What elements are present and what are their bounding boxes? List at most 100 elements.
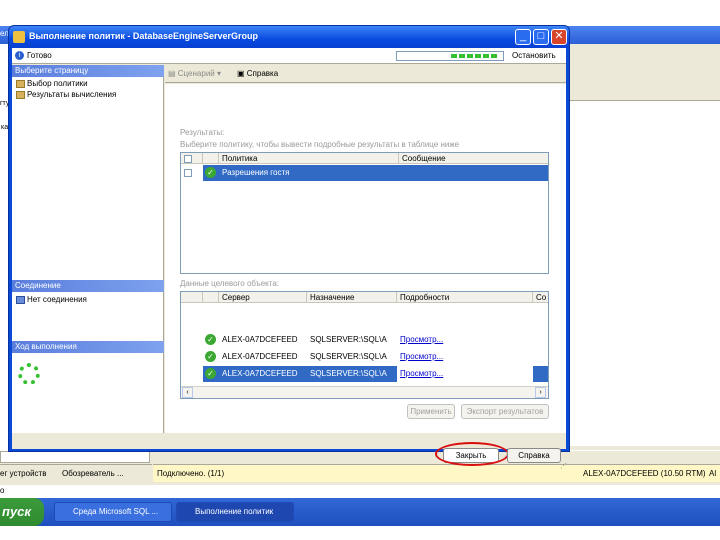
policy-icon (13, 31, 25, 43)
select-page-header: Выберите страницу (12, 65, 164, 77)
close-window-button[interactable]: ✕ (551, 29, 567, 45)
server-cell[interactable]: ALEX-0A7DCEFEED (219, 366, 307, 382)
horizontal-scrollbar[interactable]: ‹ › (181, 386, 548, 398)
message-cell[interactable] (533, 366, 548, 382)
maximize-button[interactable]: □ (533, 29, 549, 45)
background-tabs: ег устройств Обозреватель ... (0, 464, 152, 482)
success-check-icon: ✓ (205, 167, 216, 179)
grid-header-server[interactable]: Сервер (219, 292, 307, 303)
results-title: Результаты: (180, 128, 225, 137)
policy-grid-header: Политика Сообщение (181, 153, 548, 164)
script-label: Сценарий (177, 69, 215, 78)
nav-item-policy-selection[interactable]: Выбор политики (16, 78, 88, 89)
view-details-link[interactable]: Просмотр... (400, 335, 443, 344)
connection-label: Нет соединения (27, 295, 87, 304)
grid-header-details[interactable]: Подробности (397, 292, 533, 303)
dialog-status-strip: i Готово Остановить (12, 48, 566, 64)
table-row[interactable]: ✓ ALEX-0A7DCEFEED SQLSERVER:\SQL\A Просм… (181, 332, 548, 348)
server-cell[interactable]: ALEX-0A7DCEFEED (219, 349, 307, 365)
policy-message-cell[interactable] (399, 165, 548, 181)
target-cell[interactable]: SQLSERVER:\SQL\A (307, 366, 397, 382)
background-status-o: o (0, 486, 5, 495)
status-tail: Al (709, 469, 717, 478)
details-cell[interactable]: Просмотр... (397, 332, 533, 348)
progress-header: Ход выполнения (12, 341, 164, 353)
help-toolbar-button[interactable]: ▣ Справка (237, 69, 278, 78)
scroll-left-icon[interactable]: ‹ (182, 387, 193, 398)
dialog-title: Выполнение политик - DatabaseEngineServe… (29, 31, 258, 41)
details-cell[interactable]: Просмотр... (397, 349, 533, 365)
minimize-button[interactable]: _ (515, 29, 531, 45)
resize-grip-icon[interactable]: ⋰ (560, 462, 567, 470)
progress-spinner-icon (18, 363, 40, 385)
target-cell[interactable]: SQLSERVER:\SQL\A (307, 332, 397, 348)
policy-execution-dialog: Выполнение политик - DatabaseEngineServe… (8, 25, 570, 470)
apply-button[interactable]: Применить (407, 404, 455, 419)
details-cell[interactable]: Просмотр... (397, 366, 533, 382)
connection-header: Соединение (12, 280, 164, 292)
connection-item: Нет соединения (16, 294, 87, 305)
start-label: пуск (2, 504, 31, 519)
target-grid-header: Сервер Назначение Подробности Со (181, 292, 548, 303)
tab-devices[interactable]: ег устройств (0, 469, 46, 478)
grid-header-message[interactable]: Со (533, 292, 548, 303)
start-button[interactable]: пуск (0, 498, 44, 526)
status-text: Готово (27, 51, 52, 60)
results-hint: Выберите политику, чтобы вывести подробн… (180, 140, 460, 149)
dialog-titlebar[interactable]: Выполнение политик - DatabaseEngineServe… (9, 26, 569, 48)
view-details-link[interactable]: Просмотр... (400, 352, 443, 361)
grid-header-target[interactable]: Назначение (307, 292, 397, 303)
success-check-icon: ✓ (205, 368, 216, 380)
nav-item-evaluation-results[interactable]: Результаты вычисления (16, 89, 116, 100)
background-h-scrollbar[interactable] (0, 451, 150, 463)
nav-label: Выбор политики (27, 79, 88, 88)
background-status-area: ег устройств Обозреватель ... Подключено… (0, 451, 720, 485)
status-cell: ✓ (203, 366, 219, 382)
tab-object-explorer[interactable]: Обозреватель ... (62, 469, 124, 478)
results-pane: Результаты: Выберите политику, чтобы выв… (165, 84, 566, 433)
row-checkbox-cell[interactable] (181, 165, 203, 181)
view-details-link[interactable]: Просмотр... (400, 369, 443, 378)
status-cell: ✓ (203, 332, 219, 348)
target-details-title: Данные целевого объекта: (180, 279, 279, 288)
page-icon (16, 90, 25, 99)
progress-bar (396, 51, 504, 61)
status-cell: ✓ (203, 349, 219, 365)
table-row[interactable]: ✓ ALEX-0A7DCEFEED SQLSERVER:\SQL\A Просм… (181, 349, 548, 365)
success-check-icon: ✓ (205, 351, 216, 363)
stop-button[interactable]: Остановить (512, 51, 556, 60)
script-button[interactable]: ▤ Сценарий ▾ (168, 69, 221, 78)
highlight-circle (435, 442, 509, 466)
target-grid: Сервер Назначение Подробности Со ✓ ALEX-… (180, 291, 549, 399)
grid-header-status (203, 153, 219, 164)
grid-header-select (181, 153, 203, 164)
toolbar: ▤ Сценарий ▾ ▣ Справка (165, 65, 566, 83)
grid-header-select (181, 292, 203, 303)
page-icon (16, 79, 25, 88)
help-label: Справка (246, 69, 279, 78)
server-cell[interactable]: ALEX-0A7DCEFEED (219, 332, 307, 348)
policy-grid: Политика Сообщение ✓ Разрешения гостя (180, 152, 549, 274)
grid-header-policy[interactable]: Политика (219, 153, 399, 164)
taskbar-item-sql-studio[interactable]: Среда Microsoft SQL ... (54, 502, 172, 522)
target-cell[interactable]: SQLSERVER:\SQL\A (307, 349, 397, 365)
nav-label: Результаты вычисления (27, 90, 117, 99)
export-results-button[interactable]: Экспорт результатов (461, 404, 549, 419)
connection-icon (16, 295, 25, 304)
header-checkbox[interactable] (184, 154, 192, 163)
success-check-icon: ✓ (205, 334, 216, 346)
table-row[interactable]: ✓ ALEX-0A7DCEFEED SQLSERVER:\SQL\A Просм… (181, 366, 548, 382)
help-button[interactable]: Справка (507, 448, 561, 463)
status-cell: ✓ (203, 165, 219, 181)
grid-header-message[interactable]: Сообщение (399, 153, 548, 164)
table-row[interactable]: ✓ Разрешения гостя (181, 165, 548, 181)
left-pane: Выберите страницу Выбор политики Результ… (12, 65, 164, 433)
taskbar-item-policy-execution[interactable]: Выполнение политик (176, 502, 294, 522)
status-connected: Подключено. (1/1) (157, 469, 225, 478)
scroll-right-icon[interactable]: › (535, 387, 546, 398)
background-status-bar: Подключено. (1/1) ALEX-0A7DCEFEED (10.50… (153, 464, 720, 482)
policy-name-cell[interactable]: Разрешения гостя (219, 165, 399, 181)
dialog-body: i Готово Остановить Выберите страницу Вы… (12, 48, 567, 470)
info-icon: i (15, 51, 24, 60)
row-checkbox[interactable] (184, 168, 192, 177)
